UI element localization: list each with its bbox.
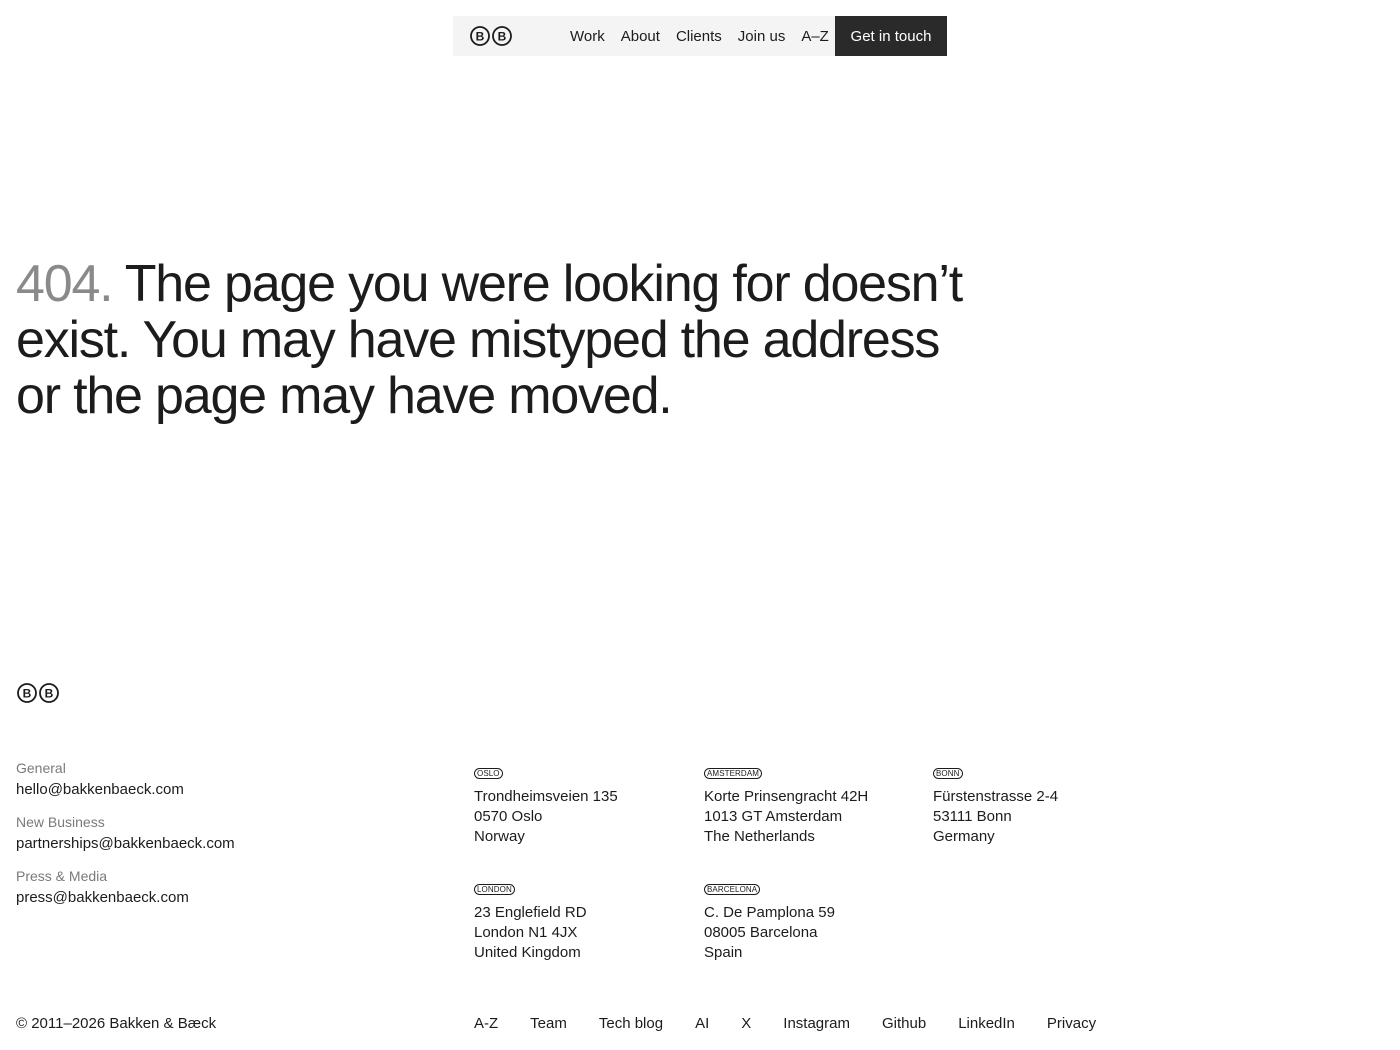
footer-link-team[interactable]: Team — [530, 1014, 567, 1034]
error-message: 404. The page you were looking for doesn… — [16, 256, 976, 424]
nav-link-a-z[interactable]: A–Z — [801, 28, 829, 45]
get-in-touch-button[interactable]: Get in touch — [835, 16, 947, 56]
office-city-tag: OSLO — [474, 768, 503, 779]
contact-label: Press & Media — [16, 868, 108, 884]
contact-email-link[interactable]: hello@bakkenbaeck.com — [16, 778, 235, 802]
office-address-line: 23 Englefield RD — [474, 904, 587, 921]
footer-link-github[interactable]: Github — [882, 1014, 926, 1034]
contact-email-link[interactable]: partnerships@bakkenbaeck.com — [16, 832, 235, 856]
office-address-line: Trondheimsveien 135 — [474, 788, 618, 805]
footer-link-instagram[interactable]: Instagram — [783, 1014, 850, 1034]
office-london: LONDON 23 Englefield RD London N1 4JX Un… — [474, 879, 587, 963]
office-address-line: 08005 Barcelona — [704, 924, 818, 941]
office-city-tag: AMSTERDAM — [704, 768, 763, 779]
bb-logo-icon[interactable]: B B — [469, 26, 513, 46]
contact-email-link[interactable]: press@bakkenbaeck.com — [16, 886, 235, 910]
footer-link-x[interactable]: X — [741, 1014, 751, 1034]
office-city-tag: BONN — [933, 768, 963, 779]
office-city-tag: LONDON — [474, 884, 515, 895]
office-address-line: 53111 Bonn — [933, 808, 1012, 825]
svg-text:B: B — [23, 687, 32, 701]
top-nav: B B Work About Clients Join us A–Z Get i… — [453, 16, 947, 56]
office-address-line: 1013 GT Amsterdam — [704, 808, 843, 825]
error-code: 404. — [16, 255, 114, 313]
office-address-line: Spain — [704, 944, 743, 961]
svg-text:B: B — [498, 30, 507, 44]
contact-label: New Business — [16, 814, 105, 830]
office-address-line: London N1 4JX — [474, 924, 578, 941]
office-address-line: C. De Pamplona 59 — [704, 904, 835, 921]
svg-text:B: B — [45, 687, 54, 701]
contact-label: General — [16, 760, 66, 776]
contact-new-business: New Business partnerships@bakkenbaeck.co… — [16, 812, 235, 856]
office-address-line: 0570 Oslo — [474, 808, 543, 825]
error-text: The page you were looking for doesn’t ex… — [16, 255, 963, 425]
nav-link-clients[interactable]: Clients — [676, 28, 722, 45]
copyright: © 2011–2026 Bakken & Bæck — [16, 1015, 217, 1032]
footer-link-a-z[interactable]: A-Z — [474, 1014, 498, 1034]
footer-link-tech-blog[interactable]: Tech blog — [599, 1014, 663, 1034]
nav-link-join-us[interactable]: Join us — [738, 28, 786, 45]
footer-contacts: General hello@bakkenbaeck.com New Busine… — [16, 758, 235, 920]
footer-bb-logo-icon[interactable]: B B — [16, 683, 60, 703]
office-city-tag: BARCELONA — [704, 884, 761, 895]
nav-links: Work About Clients Join us A–Z — [570, 28, 829, 45]
office-address-line: The Netherlands — [704, 828, 815, 845]
office-oslo: OSLO Trondheimsveien 135 0570 Oslo Norwa… — [474, 763, 618, 847]
nav-link-about[interactable]: About — [621, 28, 660, 45]
footer-links: A-Z Team Tech blog AI X Instagram Github… — [474, 1014, 1128, 1034]
office-address-line: Germany — [933, 828, 995, 845]
office-bonn: BONN Fürstenstrasse 2-4 53111 Bonn Germa… — [933, 763, 1058, 847]
footer-link-linkedin[interactable]: LinkedIn — [958, 1014, 1015, 1034]
footer-link-privacy[interactable]: Privacy — [1047, 1014, 1096, 1034]
contact-general: General hello@bakkenbaeck.com — [16, 758, 235, 802]
nav-link-work[interactable]: Work — [570, 28, 605, 45]
office-amsterdam: AMSTERDAM Korte Prinsengracht 42H 1013 G… — [704, 763, 868, 847]
office-address-line: United Kingdom — [474, 944, 581, 961]
footer-link-ai[interactable]: AI — [695, 1014, 709, 1034]
office-address-line: Norway — [474, 828, 525, 845]
contact-press-media: Press & Media press@bakkenbaeck.com — [16, 866, 235, 910]
office-address-line: Fürstenstrasse 2-4 — [933, 788, 1059, 805]
svg-text:B: B — [476, 30, 485, 44]
office-address-line: Korte Prinsengracht 42H — [704, 788, 869, 805]
office-barcelona: BARCELONA C. De Pamplona 59 08005 Barcel… — [704, 879, 835, 963]
